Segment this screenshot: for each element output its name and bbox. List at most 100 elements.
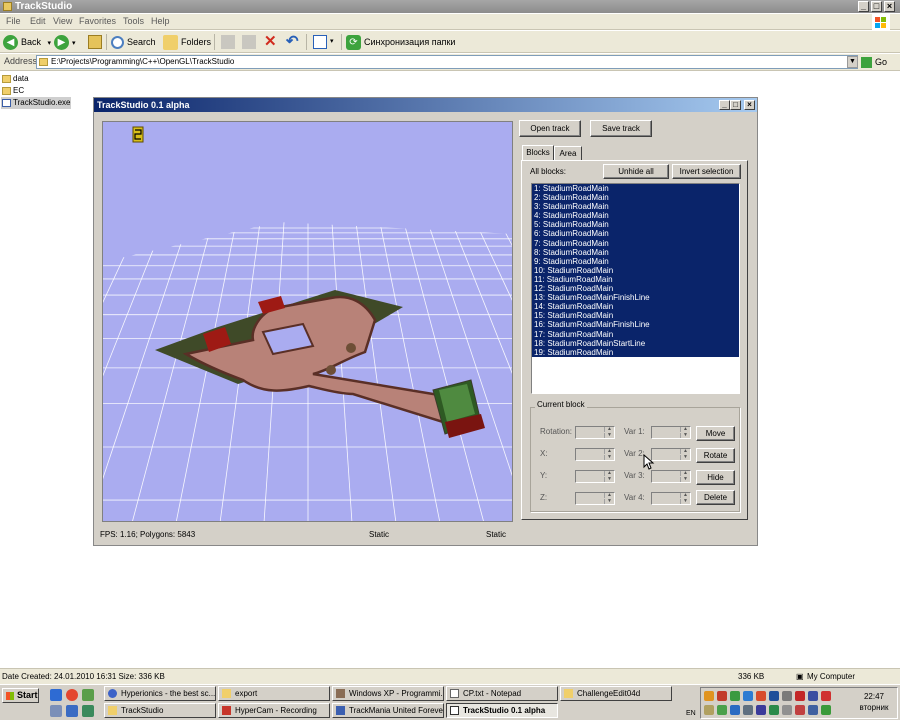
menu-edit[interactable]: Edit	[30, 16, 46, 26]
hide-button[interactable]: Hide	[696, 470, 735, 485]
move-button[interactable]: Move	[696, 426, 735, 441]
task-trackmania[interactable]: TrackMania United Forever	[332, 703, 444, 718]
tray-icon[interactable]	[704, 705, 714, 715]
move-to-icon[interactable]	[221, 35, 235, 49]
var2-stepper[interactable]: ▲ ▼	[651, 448, 691, 461]
block-list-item[interactable]: 17: StadiumRoadMain	[532, 329, 739, 339]
tray-icon[interactable]	[756, 691, 766, 701]
tray-icon[interactable]	[821, 691, 831, 701]
tab-area[interactable]: Area	[554, 146, 582, 161]
chevron-down-icon[interactable]: ▾	[48, 40, 52, 47]
tray-icon[interactable]	[717, 691, 727, 701]
block-list-item[interactable]: 13: StadiumRoadMainFinishLine	[532, 293, 739, 303]
app-title-bar[interactable]: TrackStudio 0.1 alpha _ □ ×	[94, 98, 757, 112]
close-icon[interactable]: ×	[744, 100, 755, 110]
file-item-data[interactable]: data	[1, 73, 29, 85]
task-export[interactable]: export	[218, 686, 330, 701]
minimize-icon[interactable]: _	[719, 100, 730, 110]
tray-icon[interactable]	[821, 705, 831, 715]
tray-icon[interactable]	[756, 705, 766, 715]
task-trackstudio-app[interactable]: TrackStudio 0.1 alpha	[446, 703, 558, 718]
language-indicator[interactable]: EN	[686, 710, 696, 717]
menu-favorites[interactable]: Favorites	[79, 16, 116, 26]
task-challengeedit[interactable]: ChallengeEdit04d	[560, 686, 672, 701]
tray-icon[interactable]	[704, 691, 714, 701]
block-list-item[interactable]: 19: StadiumRoadMain	[532, 347, 739, 357]
block-list-item[interactable]: 12: StadiumRoadMain	[532, 284, 739, 294]
block-list-item[interactable]: 11: StadiumRoadMain	[532, 274, 739, 285]
maximize-icon[interactable]: □	[871, 1, 882, 12]
tray-icon[interactable]	[782, 705, 792, 715]
forward-button[interactable]: ▶ ▾	[54, 34, 76, 51]
undo-icon[interactable]: ↶	[286, 34, 299, 50]
menu-tools[interactable]: Tools	[123, 16, 144, 26]
menu-help[interactable]: Help	[151, 16, 170, 26]
block-list-item[interactable]: 10: StadiumRoadMain	[532, 265, 739, 275]
block-list-item[interactable]: 14: StadiumRoadMain	[532, 302, 739, 312]
3d-viewport[interactable]	[102, 121, 513, 522]
block-list-item[interactable]: 6: StadiumRoadMain	[532, 229, 739, 239]
tray-icon[interactable]	[795, 705, 805, 715]
block-list-item[interactable]: 16: StadiumRoadMainFinishLine	[532, 320, 739, 330]
var1-stepper[interactable]: ▲ ▼	[651, 426, 691, 439]
back-button[interactable]: ◀ Back ▾	[3, 34, 52, 51]
tray-icon[interactable]	[769, 705, 779, 715]
block-list-item[interactable]: 2: StadiumRoadMain	[532, 193, 739, 203]
views-icon[interactable]	[313, 35, 327, 49]
quicklaunch-icon[interactable]	[50, 705, 62, 717]
close-icon[interactable]: ×	[884, 1, 895, 12]
up-folder-icon[interactable]	[88, 35, 102, 49]
go-button[interactable]: Go	[861, 55, 887, 69]
tray-icon[interactable]	[717, 705, 727, 715]
save-track-button[interactable]: Save track	[590, 120, 652, 137]
block-list-item[interactable]: 1: StadiumRoadMain	[532, 184, 739, 194]
task-trackstudio-folder[interactable]: TrackStudio	[104, 703, 216, 718]
volume-icon[interactable]	[808, 705, 818, 715]
y-stepper[interactable]: ▲ ▼	[575, 470, 615, 483]
menu-file[interactable]: File	[6, 16, 21, 26]
tab-blocks[interactable]: Blocks	[522, 145, 554, 161]
menu-view[interactable]: View	[53, 16, 72, 26]
unhide-all-button[interactable]: Unhide all	[603, 164, 669, 179]
flag-icon[interactable]	[808, 691, 818, 701]
tray-icon[interactable]	[743, 705, 753, 715]
block-list-item[interactable]: 18: StadiumRoadMainStartLine	[532, 338, 739, 348]
tray-icon[interactable]	[782, 691, 792, 701]
chrome-icon[interactable]	[66, 689, 78, 701]
launcher-icon[interactable]	[82, 689, 94, 701]
block-list-item[interactable]: 15: StadiumRoadMain	[532, 311, 739, 321]
delete-button[interactable]: Delete	[696, 490, 735, 505]
block-list-item[interactable]: 8: StadiumRoadMain	[532, 247, 739, 257]
clock[interactable]: 22:47 вторник	[851, 691, 897, 713]
x-stepper[interactable]: ▲ ▼	[575, 448, 615, 461]
explorer-title-bar[interactable]: TrackStudio _ □ ×	[0, 0, 900, 13]
block-list-item[interactable]: 3: StadiumRoadMain	[532, 202, 739, 212]
blocks-list[interactable]: 1: StadiumRoadMain 2: StadiumRoadMain 3: S…	[531, 183, 740, 394]
task-hyperionics[interactable]: Hyperionics - the best sc...	[104, 686, 216, 701]
sync-folder-button[interactable]: ⟳ Синхронизация папки	[346, 34, 455, 51]
ie-icon[interactable]	[50, 689, 62, 701]
block-list-item[interactable]: 7: StadiumRoadMain	[532, 238, 739, 248]
z-stepper[interactable]: ▲ ▼	[575, 492, 615, 505]
file-item-trackstudio-exe[interactable]: TrackStudio.exe	[1, 97, 71, 109]
tray-icon[interactable]	[743, 691, 753, 701]
rotate-button[interactable]: Rotate	[696, 448, 735, 463]
tray-icon[interactable]	[730, 691, 740, 701]
var4-stepper[interactable]: ▲ ▼	[651, 492, 691, 505]
rotation-stepper[interactable]: ▲ ▼	[575, 426, 615, 439]
tray-icon[interactable]	[795, 691, 805, 701]
open-track-button[interactable]: Open track	[519, 120, 581, 137]
maximize-icon[interactable]: □	[730, 100, 741, 110]
task-hypercam[interactable]: HyperCam - Recording	[218, 703, 330, 718]
tray-icon[interactable]	[730, 705, 740, 715]
block-list-item[interactable]: 5: StadiumRoadMain	[532, 220, 739, 230]
start-button[interactable]: Start	[2, 688, 39, 703]
address-dropdown-icon[interactable]: ▼	[847, 56, 858, 68]
task-notepad[interactable]: CP.txt - Notepad	[446, 686, 558, 701]
task-windows-xp[interactable]: Windows XP - Programmi...	[332, 686, 444, 701]
show-desktop-icon[interactable]	[66, 705, 78, 717]
chevron-down-icon[interactable]: ▾	[72, 40, 76, 47]
invert-selection-button[interactable]: Invert selection	[672, 164, 741, 179]
copy-to-icon[interactable]	[242, 35, 256, 49]
search-button[interactable]: Search	[111, 34, 156, 50]
